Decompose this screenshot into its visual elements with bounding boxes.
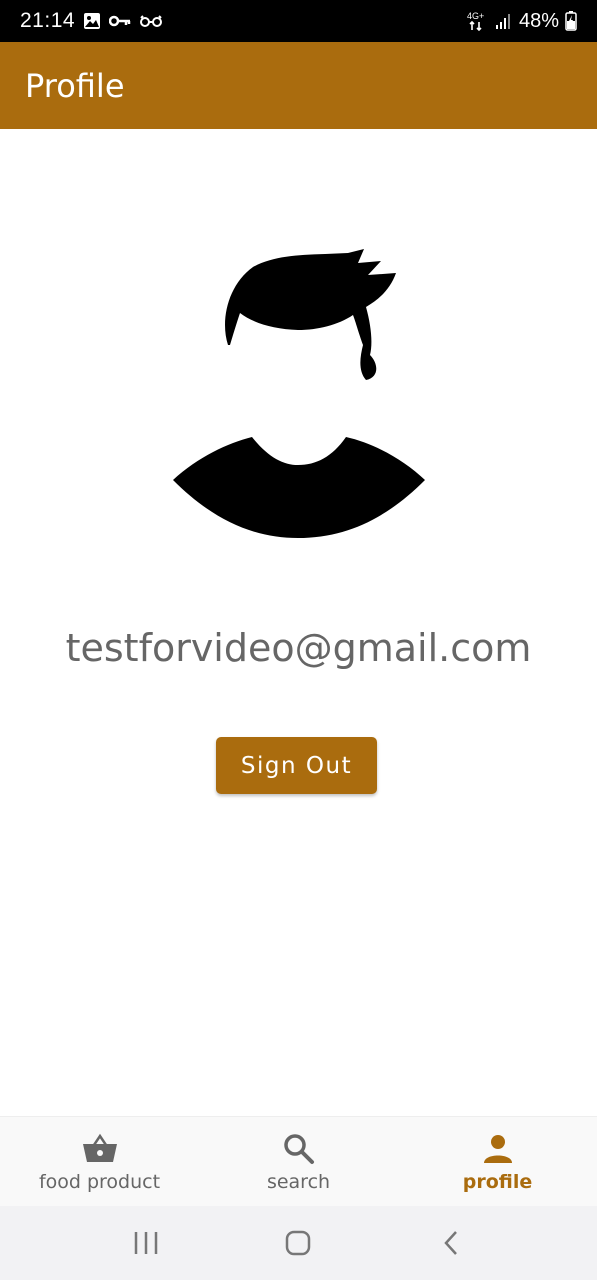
- status-time: 21:14: [20, 9, 76, 32]
- person-icon: [480, 1131, 516, 1167]
- key-icon: [109, 14, 131, 28]
- battery-icon: [565, 11, 577, 31]
- page-title: Profile: [25, 66, 125, 105]
- battery-percent: 48%: [518, 9, 559, 32]
- nav-item-profile[interactable]: profile: [398, 1117, 597, 1206]
- bottom-navigation: food product search profile: [0, 1116, 597, 1206]
- nav-label: search: [266, 1171, 331, 1193]
- system-navigation-bar: [0, 1206, 597, 1280]
- user-avatar-icon: [168, 245, 430, 545]
- sign-out-button[interactable]: Sign Out: [216, 737, 377, 794]
- nav-label: profile: [462, 1171, 533, 1193]
- back-icon[interactable]: [421, 1218, 481, 1268]
- network-icon: 4G+: [467, 10, 489, 32]
- glasses-icon: [139, 14, 163, 28]
- nav-label: food product: [38, 1171, 161, 1193]
- signal-icon: [495, 12, 513, 30]
- user-email: testforvideo@gmail.com: [65, 626, 532, 670]
- status-bar: 21:14 4G+ 48%: [0, 0, 597, 42]
- nav-item-food-product[interactable]: food product: [0, 1117, 199, 1206]
- network-type: 4G+: [467, 11, 484, 21]
- nav-item-search[interactable]: search: [199, 1117, 398, 1206]
- search-icon: [281, 1131, 317, 1167]
- recents-icon[interactable]: [116, 1218, 176, 1268]
- home-icon[interactable]: [268, 1218, 328, 1268]
- basket-icon: [82, 1131, 118, 1167]
- image-icon: [83, 12, 101, 30]
- app-bar: Profile: [0, 42, 597, 129]
